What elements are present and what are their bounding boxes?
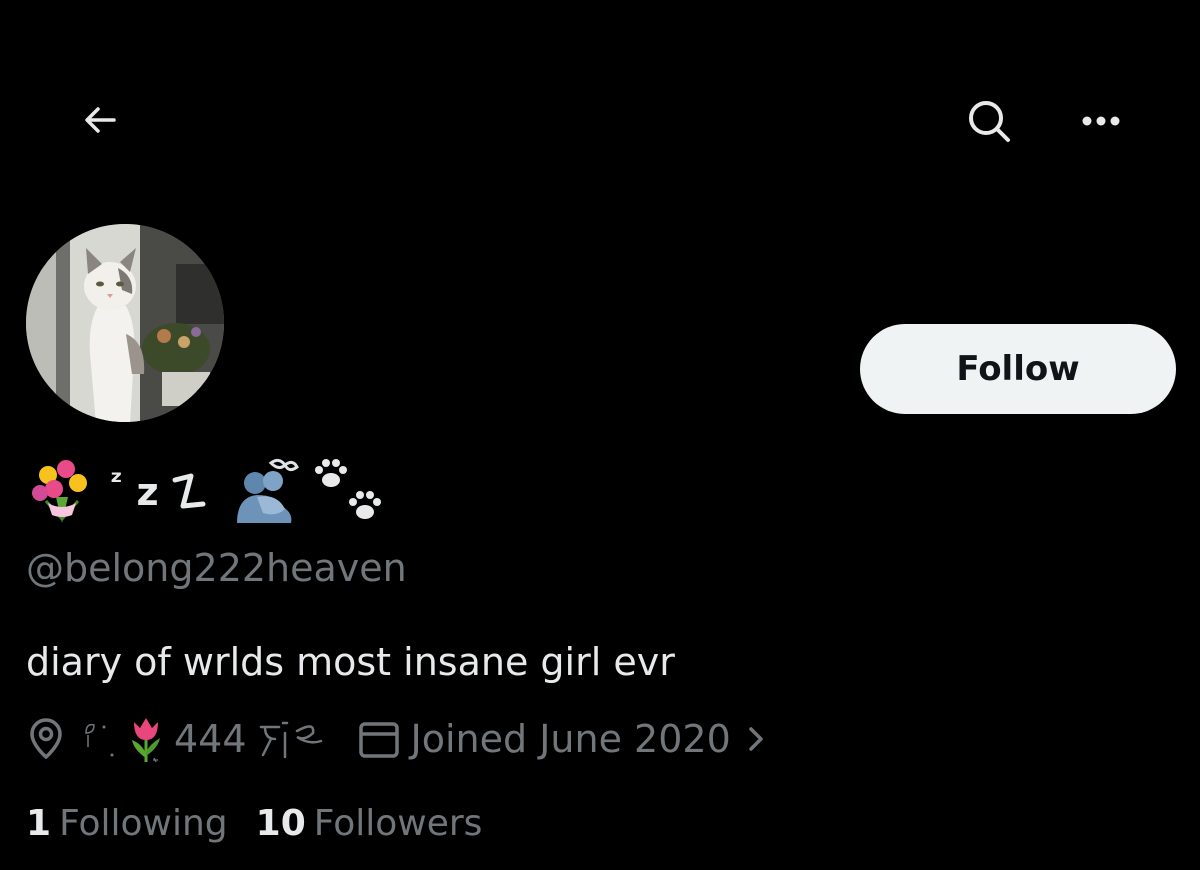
followers-label: Followers	[313, 802, 483, 844]
arrow-left-icon	[85, 107, 116, 133]
joined-date-text: Joined June 2020	[410, 717, 731, 761]
couple-hug-emoji-icon	[236, 458, 299, 523]
script-decoration-icon	[259, 721, 322, 759]
profile-stats: 1 Following 10 Followers	[26, 794, 482, 852]
chevron-right-icon	[749, 727, 763, 751]
profile-location: 444	[80, 714, 327, 764]
followers-link[interactable]: 10 Followers	[256, 803, 483, 844]
following-count: 1	[26, 802, 52, 844]
more-options-button[interactable]	[1072, 92, 1130, 150]
avatar-photo	[26, 224, 224, 422]
profile-meta-row: 444 Joined June 2020	[26, 710, 769, 768]
following-link[interactable]: 1 Following	[26, 803, 228, 844]
z-glyph	[172, 473, 206, 509]
calendar-icon	[358, 722, 399, 758]
display-name-z-small: ᶻ	[110, 464, 123, 500]
profile-handle: @belong222heaven	[26, 546, 407, 590]
follow-button[interactable]: Follow	[860, 324, 1176, 414]
bouquet-emoji-icon	[32, 460, 87, 523]
sparkle-decoration-icon	[85, 723, 114, 757]
following-label: Following	[59, 802, 228, 844]
back-button[interactable]	[72, 92, 128, 148]
location-number: 444	[174, 717, 247, 761]
location-pin-icon	[30, 718, 62, 760]
more-horizontal-icon	[1082, 116, 1120, 126]
display-name-z-medium: z	[136, 470, 159, 514]
profile-bio: diary of wrlds most insane girl evr	[26, 640, 675, 684]
search-button[interactable]	[960, 92, 1018, 150]
display-name: ᶻ z	[26, 456, 385, 528]
search-icon	[969, 101, 1010, 142]
tulip-emoji-icon	[132, 718, 160, 763]
avatar[interactable]	[24, 222, 226, 424]
followers-count: 10	[255, 802, 306, 844]
paw-prints-emoji-icon	[314, 459, 381, 519]
profile-header-bar	[0, 0, 1200, 200]
profile-joined-date[interactable]: Joined June 2020	[357, 717, 769, 761]
